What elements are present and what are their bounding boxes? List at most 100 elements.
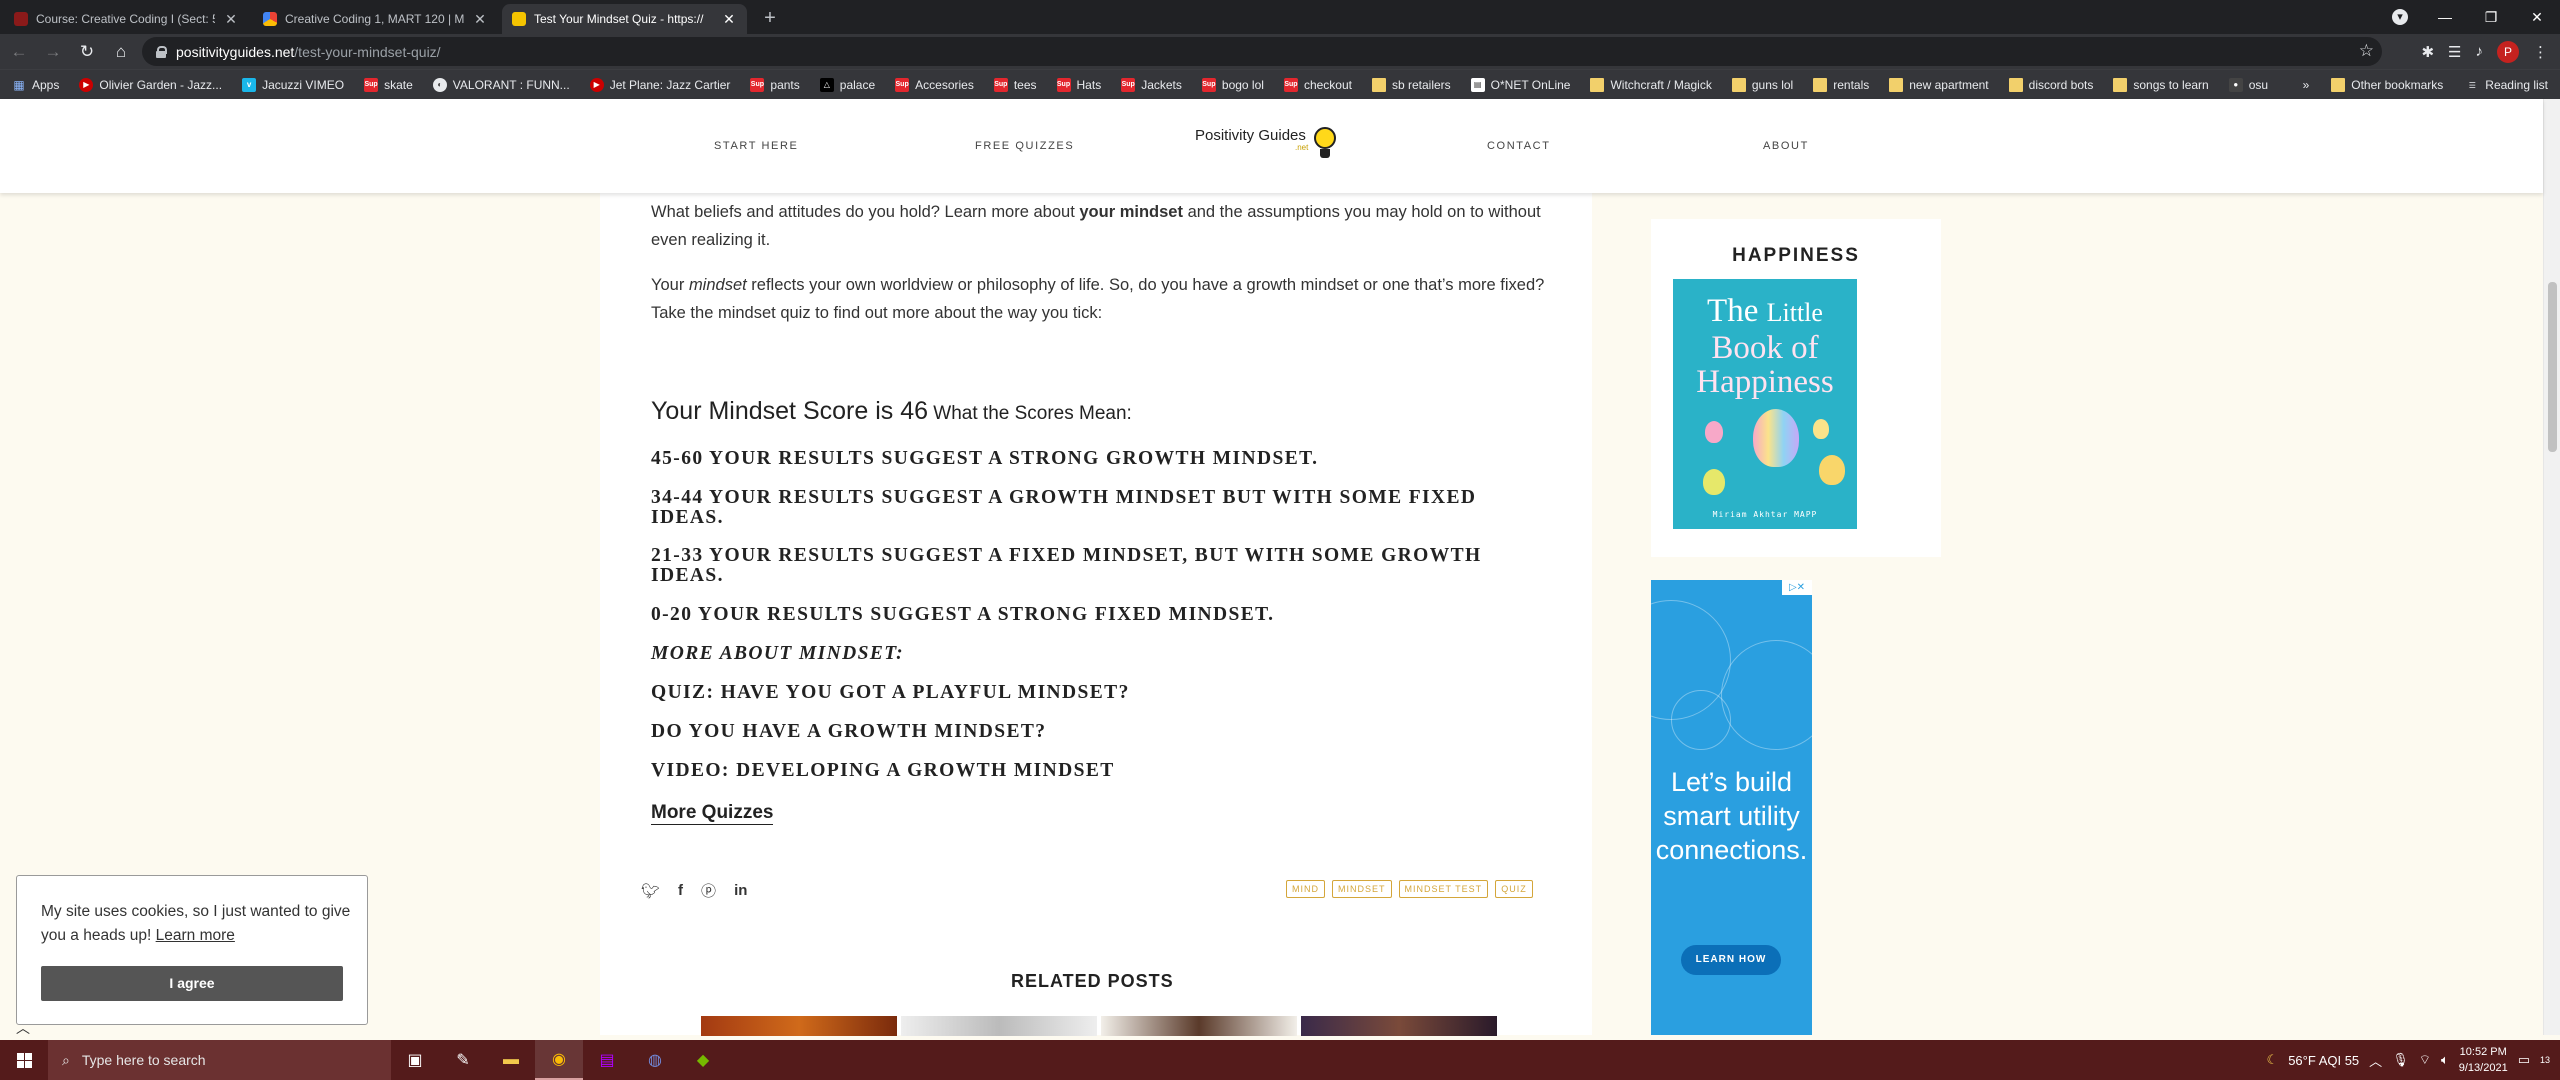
close-tab-icon[interactable]: ✕ bbox=[721, 11, 737, 28]
bookmark-folder[interactable]: new apartment bbox=[1889, 77, 1989, 92]
browser-tab-3[interactable]: Test Your Mindset Quiz - https:// ✕ bbox=[502, 4, 747, 34]
bookmark-item[interactable]: v Jacuzzi VIMEO bbox=[242, 77, 344, 92]
extensions-icon[interactable]: ✱ bbox=[2421, 43, 2434, 61]
bookmark-item[interactable]: Sup tees bbox=[993, 77, 1037, 92]
network-icon[interactable]: ⌔ bbox=[2419, 1052, 2431, 1068]
tab-search-icon[interactable]: ▾ bbox=[2392, 9, 2408, 25]
ad-decoration bbox=[1721, 640, 1812, 750]
related-post-thumbnail[interactable] bbox=[1301, 1016, 1497, 1036]
profile-avatar[interactable]: P bbox=[2497, 40, 2519, 63]
bookmark-star-icon[interactable]: ☆ bbox=[2359, 41, 2374, 61]
close-tab-icon[interactable]: ✕ bbox=[223, 11, 239, 28]
reload-icon[interactable]: ↻ bbox=[72, 37, 102, 67]
windows-start-icon[interactable] bbox=[0, 1040, 48, 1080]
clock[interactable]: 10:52 PM 9/13/2021 bbox=[2459, 1044, 2508, 1076]
chrome-icon[interactable]: ◉ bbox=[535, 1040, 583, 1080]
pinterest-icon[interactable]: ⓟ bbox=[701, 880, 716, 901]
new-tab-button[interactable]: + bbox=[755, 4, 785, 34]
bookmark-folder[interactable]: sb retailers bbox=[1371, 77, 1451, 92]
related-link[interactable]: Video: Developing A Growth Mindset bbox=[651, 761, 1551, 781]
media-icon[interactable]: ♪ bbox=[2476, 43, 2484, 60]
bookmark-folder[interactable]: Witchcraft / Magick bbox=[1590, 77, 1712, 92]
home-icon[interactable]: ⌂ bbox=[106, 37, 136, 67]
bookmark-item[interactable]: Sup checkout bbox=[1283, 77, 1352, 92]
address-bar[interactable]: positivityguides.net/test-your-mindset-q… bbox=[142, 37, 2382, 66]
bookmark-apps[interactable]: ▦ Apps bbox=[12, 78, 59, 92]
tag-quiz[interactable]: QUIZ bbox=[1495, 880, 1533, 898]
reading-list-icon[interactable]: ☰ bbox=[2448, 43, 2461, 61]
site-logo[interactable]: Positivity Guides .net bbox=[1195, 127, 1338, 167]
lock-icon[interactable] bbox=[156, 45, 167, 58]
chevron-up-icon[interactable]: ︿ bbox=[16, 1018, 30, 1038]
nav-free-quizzes[interactable]: FREE QUIZZES bbox=[975, 99, 1074, 193]
nav-start-here[interactable]: START HERE bbox=[714, 99, 798, 193]
bookmark-item[interactable]: ▶ Olivier Garden - Jazz... bbox=[79, 77, 222, 92]
browser-tab-2[interactable]: Creative Coding 1, MART 120 | M ✕ bbox=[253, 4, 498, 34]
bookmark-label: rentals bbox=[1833, 77, 1870, 92]
related-link[interactable]: Quiz: Have You Got A Playful Mindset? bbox=[651, 683, 1551, 703]
score-label: Your Mindset Score is bbox=[651, 397, 901, 425]
scrollbar-thumb[interactable] bbox=[2548, 282, 2557, 452]
ad-choices-icon[interactable]: ▷✕ bbox=[1782, 580, 1812, 595]
bookmark-item[interactable]: ▶ Jet Plane: Jazz Cartier bbox=[589, 77, 730, 92]
nav-contact[interactable]: CONTACT bbox=[1487, 99, 1551, 193]
minimize-button[interactable]: — bbox=[2422, 9, 2468, 25]
facebook-icon[interactable]: f bbox=[678, 882, 683, 899]
tag-mindset-test[interactable]: MINDSET TEST bbox=[1398, 880, 1489, 898]
page-scrollbar[interactable] bbox=[2543, 99, 2560, 1035]
related-post-thumbnail[interactable] bbox=[901, 1016, 1097, 1036]
bookmarks-overflow-button[interactable]: » bbox=[2303, 78, 2310, 92]
bookmark-item[interactable]: ● osu bbox=[2228, 77, 2268, 92]
notifications-icon[interactable]: ▭ bbox=[2518, 1052, 2530, 1068]
discord-icon[interactable]: ◍ bbox=[631, 1040, 679, 1080]
file-explorer-icon[interactable]: ▬ bbox=[487, 1040, 535, 1080]
bookmark-item[interactable]: Sup Hats bbox=[1056, 77, 1101, 92]
nvidia-icon[interactable]: ◆ bbox=[679, 1040, 727, 1080]
url-text[interactable]: positivityguides.net/test-your-mindset-q… bbox=[176, 44, 441, 60]
volume-icon[interactable]: 🔈︎ bbox=[2441, 1052, 2449, 1068]
close-window-button[interactable]: ✕ bbox=[2514, 9, 2560, 26]
advertisement[interactable]: ▷✕ Let’s build smart utility connections… bbox=[1651, 580, 1812, 1035]
app-icon[interactable]: ▤ bbox=[583, 1040, 631, 1080]
reading-list-button[interactable]: ☰ Reading list bbox=[2465, 78, 2548, 92]
bookmark-item[interactable]: ▤ O*NET OnLine bbox=[1470, 77, 1570, 92]
linkedin-icon[interactable]: in bbox=[734, 882, 747, 899]
related-post-thumbnail[interactable] bbox=[1101, 1016, 1297, 1036]
weather-icon[interactable]: ☾ bbox=[2267, 1052, 2279, 1068]
learn-more-link[interactable]: Learn more bbox=[156, 927, 235, 944]
book-cover-image[interactable]: The Little Book of Happiness Miriam Akht… bbox=[1673, 279, 1857, 529]
bookmark-item[interactable]: Sup skate bbox=[364, 77, 413, 92]
microphone-icon[interactable]: 🎙︎ bbox=[2392, 1052, 2409, 1068]
more-quizzes-link[interactable]: More Quizzes bbox=[651, 802, 774, 825]
back-icon[interactable]: ← bbox=[4, 37, 34, 67]
tag-mindset[interactable]: MINDSET bbox=[1332, 880, 1392, 898]
bookmark-folder[interactable]: rentals bbox=[1813, 77, 1870, 92]
bookmark-item[interactable]: Sup Jackets bbox=[1121, 77, 1182, 92]
task-view-icon[interactable]: ▣ bbox=[391, 1040, 439, 1080]
tag-mind[interactable]: MIND bbox=[1286, 880, 1325, 898]
app-icon[interactable]: ✎ bbox=[439, 1040, 487, 1080]
related-link[interactable]: Do You Have A Growth Mindset? bbox=[651, 722, 1551, 742]
bookmark-item[interactable]: Sup Accesories bbox=[895, 77, 974, 92]
related-post-thumbnail[interactable] bbox=[701, 1016, 897, 1036]
bookmark-item[interactable]: ◐ VALORANT : FUNN... bbox=[432, 77, 570, 92]
forward-icon[interactable]: → bbox=[38, 37, 68, 67]
nav-about[interactable]: ABOUT bbox=[1763, 99, 1809, 193]
browser-tab-1[interactable]: Course: Creative Coding I (Sect: 5 ✕ bbox=[4, 4, 249, 34]
bookmark-folder[interactable]: songs to learn bbox=[2113, 77, 2209, 92]
bookmark-folder[interactable]: guns lol bbox=[1731, 77, 1793, 92]
menu-kebab-icon[interactable]: ⋮ bbox=[2533, 43, 2548, 61]
ad-learn-how-button[interactable]: LEARN HOW bbox=[1681, 945, 1781, 975]
tray-overflow-icon[interactable]: ︿ bbox=[2369, 1051, 2382, 1070]
taskbar-search[interactable]: ⌕ Type here to search bbox=[48, 1040, 391, 1080]
maximize-button[interactable]: ❐ bbox=[2468, 9, 2514, 26]
bookmark-item[interactable]: Sup bogo lol bbox=[1201, 77, 1264, 92]
weather-text[interactable]: 56°F AQI 55 bbox=[2288, 1053, 2359, 1068]
bookmark-item[interactable]: △ palace bbox=[819, 77, 875, 92]
twitter-icon[interactable]: 🐦︎ bbox=[641, 882, 660, 900]
i-agree-button[interactable]: I agree bbox=[41, 966, 343, 1001]
bookmark-folder[interactable]: discord bots bbox=[2008, 77, 2093, 92]
close-tab-icon[interactable]: ✕ bbox=[472, 11, 488, 28]
bookmark-item[interactable]: Sup pants bbox=[750, 77, 800, 92]
other-bookmarks-folder[interactable]: Other bookmarks bbox=[2331, 78, 2443, 92]
